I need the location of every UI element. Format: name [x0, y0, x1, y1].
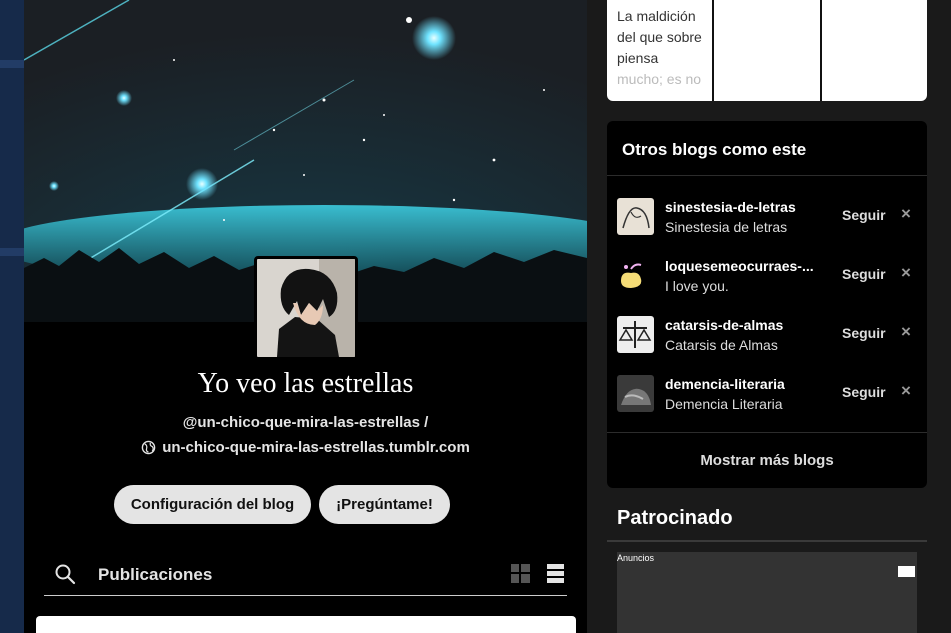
ad-badge-icon[interactable]	[898, 566, 915, 577]
tab-posts[interactable]: Publicaciones	[98, 565, 212, 585]
recommended-blog-row[interactable]: catarsis-de-almas Catarsis de Almas Segu…	[607, 304, 927, 363]
mini-post-text-fade: mucho; es no	[617, 71, 702, 87]
posts-tabbar: Publicaciones	[44, 553, 567, 596]
ask-me-button[interactable]: ¡Pregúntame!	[319, 485, 450, 524]
recommended-blog-subtitle: Catarsis de Almas	[665, 337, 778, 353]
recommended-blog-name: sinestesia-de-letras	[665, 199, 796, 215]
blog-thumbnail[interactable]	[617, 198, 654, 235]
sponsored-title: Patrocinado	[617, 507, 733, 529]
background-band	[0, 248, 24, 256]
blog-thumbnail-image	[617, 198, 654, 235]
blog-avatar[interactable]	[254, 256, 358, 360]
blog-thumbnail-image	[617, 316, 654, 353]
mini-post-strip[interactable]: La maldición del que sobre piensa mucho;…	[607, 0, 927, 101]
follow-button[interactable]: Seguir	[842, 207, 886, 223]
follow-button[interactable]: Seguir	[842, 384, 886, 400]
blog-title: Yo veo las estrellas	[197, 368, 414, 399]
blog-thumbnail[interactable]	[617, 257, 654, 294]
show-more-blogs-button[interactable]: Mostrar más blogs	[607, 452, 927, 469]
follow-button[interactable]: Seguir	[842, 266, 886, 282]
blog-thumbnail-image	[617, 257, 654, 294]
recommended-blog-row[interactable]: demencia-literaria Demencia Literaria Se…	[607, 363, 927, 422]
avatar-image	[257, 259, 355, 357]
recommended-blog-name: loquesemeocurraes-...	[665, 258, 814, 274]
divider	[712, 0, 714, 101]
divider	[607, 432, 927, 433]
close-icon[interactable]: ×	[901, 263, 911, 283]
divider	[607, 540, 927, 542]
blog-thumbnail[interactable]	[617, 316, 654, 353]
recommended-blog-subtitle: Sinestesia de letras	[665, 219, 788, 235]
blog-card: Yo veo las estrellas @un-chico-que-mira-…	[24, 0, 587, 633]
mini-post-text-line: piensa	[617, 50, 659, 66]
blog-settings-button[interactable]: Configuración del blog	[114, 485, 311, 524]
globe-icon	[141, 440, 156, 455]
blog-url-text: un-chico-que-mira-las-estrellas.tumblr.c…	[162, 439, 470, 456]
recommended-blog-name: catarsis-de-almas	[665, 317, 784, 333]
post-card	[36, 616, 576, 633]
mini-post-text-line: La maldición del que sobre	[617, 8, 702, 45]
close-icon[interactable]: ×	[901, 204, 911, 224]
blog-thumbnail[interactable]	[617, 375, 654, 412]
recommended-blog-subtitle: Demencia Literaria	[665, 396, 783, 412]
blog-handle[interactable]: @un-chico-que-mira-las-estrellas /	[24, 414, 587, 431]
recommended-blog-subtitle: I love you.	[665, 278, 729, 294]
background-strip	[0, 0, 24, 633]
recommended-blog-row[interactable]: loquesemeocurraes-... I love you. Seguir…	[607, 245, 927, 304]
search-icon[interactable]	[54, 563, 76, 585]
divider	[820, 0, 822, 101]
grid-view-icon[interactable]	[511, 564, 530, 583]
recommended-blogs-card: Otros blogs como este sinestesia-de-letr…	[607, 121, 927, 488]
blog-url-link[interactable]: un-chico-que-mira-las-estrellas.tumblr.c…	[24, 439, 587, 456]
divider	[607, 175, 927, 176]
recommended-blogs-title: Otros blogs como este	[622, 140, 807, 159]
list-view-icon[interactable]	[547, 564, 564, 583]
blog-thumbnail-image	[617, 375, 654, 412]
mini-post-text: La maldición del que sobre piensa mucho;…	[617, 6, 711, 90]
ad-label: Anuncios	[617, 553, 655, 563]
ad-container[interactable]: Anuncios	[617, 552, 917, 633]
recommended-blog-name: demencia-literaria	[665, 376, 785, 392]
follow-button[interactable]: Seguir	[842, 325, 886, 341]
recommended-blog-row[interactable]: sinestesia-de-letras Sinestesia de letra…	[607, 186, 927, 245]
page-edge	[940, 0, 951, 633]
close-icon[interactable]: ×	[901, 322, 911, 342]
close-icon[interactable]: ×	[901, 381, 911, 401]
background-band	[0, 60, 24, 68]
